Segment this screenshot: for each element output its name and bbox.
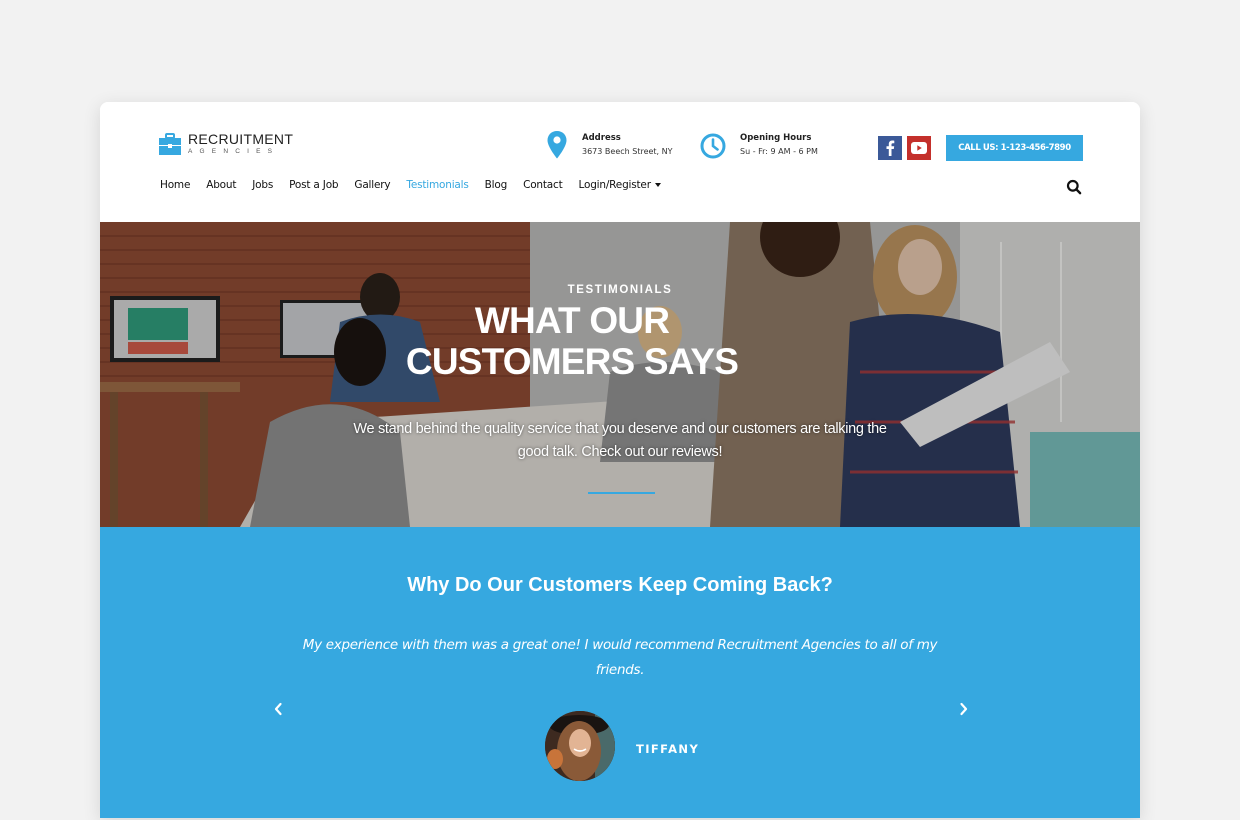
carousel-prev-button[interactable] (268, 699, 288, 719)
testimonial-section: Why Do Our Customers Keep Coming Back? M… (100, 527, 1140, 818)
nav-blog[interactable]: Blog (485, 179, 508, 191)
facebook-link[interactable] (878, 136, 902, 160)
testimonial-heading: Why Do Our Customers Keep Coming Back? (407, 574, 833, 596)
nav-testimonials[interactable]: Testimonials (406, 179, 468, 191)
hero-title: WHAT OUR CUSTOMERS SAYS (405, 300, 739, 382)
logo[interactable]: RECRUITMENT AGENCIES (158, 132, 293, 156)
avatar (545, 711, 615, 781)
address-value: 3673 Beech Street, NY (582, 146, 673, 156)
youtube-icon (911, 142, 927, 154)
hours-value: Su - Fr: 9 AM - 6 PM (740, 147, 818, 156)
testimonial-quote: My experience with them was a great one!… (302, 637, 938, 678)
nav-login-register-label: Login/Register (578, 179, 651, 191)
logo-tagline: AGENCIES (188, 148, 280, 155)
nav-login-register[interactable]: Login/Register (579, 179, 661, 191)
search-icon[interactable] (1066, 179, 1082, 195)
hero-description: We stand behind the quality service that… (353, 421, 887, 460)
map-pin-icon (547, 131, 567, 159)
main-nav: Home About Jobs Post a Job Gallery Testi… (160, 179, 677, 191)
chevron-left-icon (274, 702, 282, 716)
youtube-link[interactable] (907, 136, 931, 160)
clock-icon (700, 133, 726, 158)
chevron-right-icon (960, 702, 968, 716)
site-header: RECRUITMENT AGENCIES Address 3673 Beech … (100, 102, 1140, 222)
testimonial-author: TIFFANY (636, 742, 700, 756)
hero-eyebrow: TESTIMONIALS (567, 284, 673, 296)
caret-down-icon (654, 183, 661, 187)
nav-contact[interactable]: Contact (523, 179, 563, 191)
briefcase-icon (159, 133, 181, 155)
address-info: Address 3673 Beech Street, NY (544, 130, 673, 160)
hero-banner: TESTIMONIALS WHAT OUR CUSTOMERS SAYS We … (100, 222, 1140, 527)
nav-about[interactable]: About (206, 179, 236, 191)
address-label: Address (582, 132, 621, 143)
nav-gallery[interactable]: Gallery (354, 179, 390, 191)
nav-post-a-job[interactable]: Post a Job (289, 179, 338, 191)
hero-title-underline (588, 492, 655, 494)
call-us-button[interactable]: CALL US: 1-123-456-7890 (946, 135, 1083, 161)
hours-info: Opening Hours Su - Fr: 9 AM - 6 PM (700, 132, 818, 159)
hours-label: Opening Hours (740, 133, 812, 143)
logo-title: RECRUITMENT (188, 131, 294, 147)
facebook-icon (886, 140, 895, 156)
avatar-photo (545, 711, 615, 781)
nav-home[interactable]: Home (160, 179, 190, 191)
nav-jobs[interactable]: Jobs (252, 179, 273, 191)
page-card: RECRUITMENT AGENCIES Address 3673 Beech … (100, 102, 1140, 818)
carousel-next-button[interactable] (954, 699, 974, 719)
